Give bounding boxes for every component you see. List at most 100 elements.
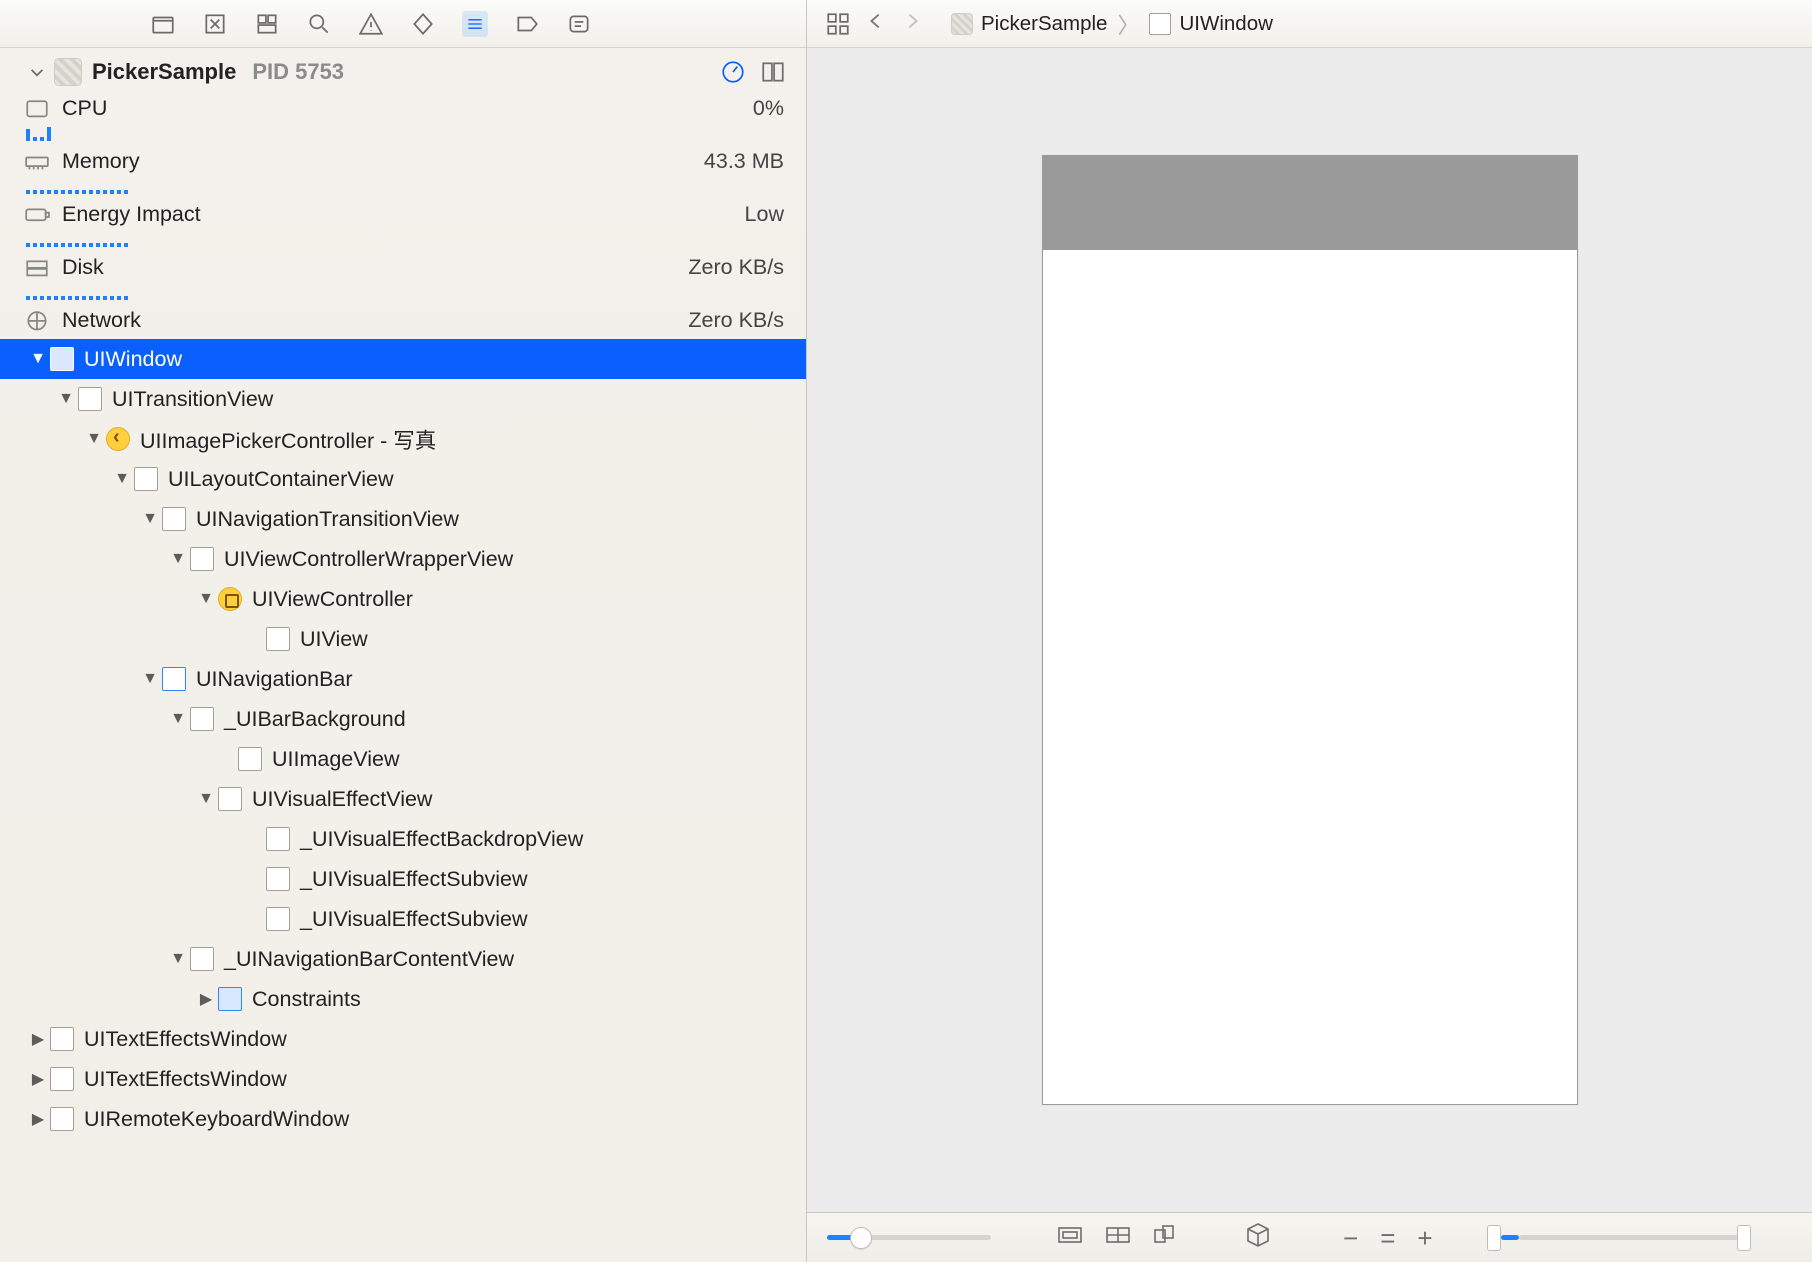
folder-icon[interactable] [150,11,176,37]
energy-row[interactable]: Energy Impact Low [0,196,806,249]
tree-label: UIVisualEffectView [252,787,432,812]
tree-node-uilayoutcontainerview[interactable]: ▼UILayoutContainerView [0,459,806,499]
orient-3d-icon[interactable] [1245,1222,1271,1254]
debug-gauges: CPU 0% Memory 43.3 MB Energy Impact Low … [0,90,806,335]
tree-node-constraints[interactable]: ▶Constraints [0,979,806,1019]
tree-label: UINavigationTransitionView [196,507,459,532]
tree-node-uiimagepickercontroller[interactable]: ▼UIImagePickerController - 写真 [0,419,806,459]
network-icon [24,310,50,332]
wireframe-icon[interactable] [1153,1224,1179,1252]
crumb-app[interactable]: PickerSample [951,12,1107,36]
tree-node-remotekeyboard[interactable]: ▶UIRemoteKeyboardWindow [0,1099,806,1139]
symbols-icon[interactable] [254,11,280,37]
rendered-navbar [1043,156,1577,250]
tree-label: UIRemoteKeyboardWindow [84,1107,349,1132]
tree-node-texteffects1[interactable]: ▶UITextEffectsWindow [0,1019,806,1059]
tree-node-subview1[interactable]: ▶_UIVisualEffectSubview [0,859,806,899]
tree-label: _UIVisualEffectSubview [300,907,527,932]
memory-row[interactable]: Memory 43.3 MB [0,143,806,196]
tree-node-navbarcontentview[interactable]: ▼_UINavigationBarContentView [0,939,806,979]
zoom-controls: − = + [1343,1225,1433,1251]
spacing-slider[interactable] [827,1227,991,1249]
debug-navigator-panel: PickerSample PID 5753 CPU 0% Memory 43.3… [0,0,807,1262]
disclosure-icon[interactable] [24,59,50,85]
tree-node-texteffects2[interactable]: ▶UITextEffectsWindow [0,1059,806,1099]
crumb-label: PickerSample [981,12,1107,36]
process-pid: PID 5753 [252,59,344,85]
tree-node-backdrop[interactable]: ▶_UIVisualEffectBackdropView [0,819,806,859]
tree-label: UITextEffectsWindow [84,1067,287,1092]
energy-sparkline [26,231,784,247]
disk-sparkline [26,284,784,300]
energy-value: Low [745,202,784,227]
tree-label: UIViewController [252,587,413,612]
cpu-sparkline [26,125,784,141]
source-control-icon[interactable] [202,11,228,37]
memory-sparkline [26,178,784,194]
clip-icon[interactable] [1057,1224,1083,1252]
tree-label: _UIVisualEffectBackdropView [300,827,583,852]
related-items-icon[interactable] [825,11,851,37]
constraints-icon[interactable] [1105,1224,1131,1252]
back-button[interactable] [865,10,887,38]
network-value: Zero KB/s [688,308,784,333]
cpu-label: CPU [62,96,107,121]
network-row[interactable]: Network Zero KB/s [0,302,806,335]
tree-node-uiviewcontroller[interactable]: ▼UIViewController [0,579,806,619]
tree-node-uivisualeffectview[interactable]: ▼UIVisualEffectView [0,779,806,819]
crumb-window[interactable]: UIWindow [1149,12,1272,36]
debug-icon[interactable] [462,11,488,37]
forward-button[interactable] [901,10,923,38]
tree-node-uinavigationbar[interactable]: ▼UINavigationBar [0,659,806,699]
view-hierarchy-tree[interactable]: ▼UIWindow ▼UITransitionView ▼UIImagePick… [0,335,806,1262]
tree-label: _UIBarBackground [224,707,406,732]
network-label: Network [62,308,141,333]
tree-label: UINavigationBar [196,667,353,692]
tree-label: _UINavigationBarContentView [224,947,514,972]
range-slider[interactable] [1489,1225,1751,1251]
view-modes-icon[interactable] [760,59,786,85]
disk-value: Zero KB/s [688,255,784,280]
view-mini-icon [1149,13,1171,35]
process-row[interactable]: PickerSample PID 5753 [0,48,806,90]
zoom-fit-button[interactable]: = [1380,1225,1395,1251]
tree-label: UIView [300,627,368,652]
device-rendering[interactable] [1042,155,1578,1105]
gauge-icon[interactable] [720,59,746,85]
app-icon [54,58,82,86]
tree-node-uiwindow[interactable]: ▼UIWindow [0,339,806,379]
reports-icon[interactable] [566,11,592,37]
memory-icon [24,151,50,173]
breakpoints-icon[interactable] [514,11,540,37]
tree-label: Constraints [252,987,361,1012]
zoom-in-button[interactable]: + [1417,1225,1432,1251]
tests-icon[interactable] [410,11,436,37]
view-debugger-canvas[interactable]: − = + [807,48,1812,1262]
tree-node-uinavigationtransitionview[interactable]: ▼UINavigationTransitionView [0,499,806,539]
breadcrumb[interactable]: PickerSample 〉 UIWindow [951,8,1273,40]
chevron-right-icon: 〉 [1117,8,1139,40]
energy-icon [24,204,50,226]
tree-node-uiimageview[interactable]: ▶UIImageView [0,739,806,779]
zoom-out-button[interactable]: − [1343,1225,1358,1251]
tree-node-uibarbackground[interactable]: ▼_UIBarBackground [0,699,806,739]
tree-node-uiviewcontrollerwrapperview[interactable]: ▼UIViewControllerWrapperView [0,539,806,579]
navigator-toolbar [0,0,806,48]
issues-icon[interactable] [358,11,384,37]
search-icon[interactable] [306,11,332,37]
cpu-row[interactable]: CPU 0% [0,90,806,143]
app-mini-icon [951,13,973,35]
tree-label: UITextEffectsWindow [84,1027,287,1052]
tree-node-subview2[interactable]: ▶_UIVisualEffectSubview [0,899,806,939]
tree-node-uitransitionview[interactable]: ▼UITransitionView [0,379,806,419]
disk-label: Disk [62,255,104,280]
cpu-value: 0% [753,96,784,121]
disk-row[interactable]: Disk Zero KB/s [0,249,806,302]
canvas-bottom-bar: − = + [807,1212,1812,1262]
crumb-label: UIWindow [1179,12,1272,36]
tree-label: UIWindow [84,347,182,372]
tree-node-uiview[interactable]: ▶UIView [0,619,806,659]
jump-bar: PickerSample 〉 UIWindow [807,0,1812,48]
tree-label: UILayoutContainerView [168,467,394,492]
tree-label: UIImageView [272,747,399,772]
